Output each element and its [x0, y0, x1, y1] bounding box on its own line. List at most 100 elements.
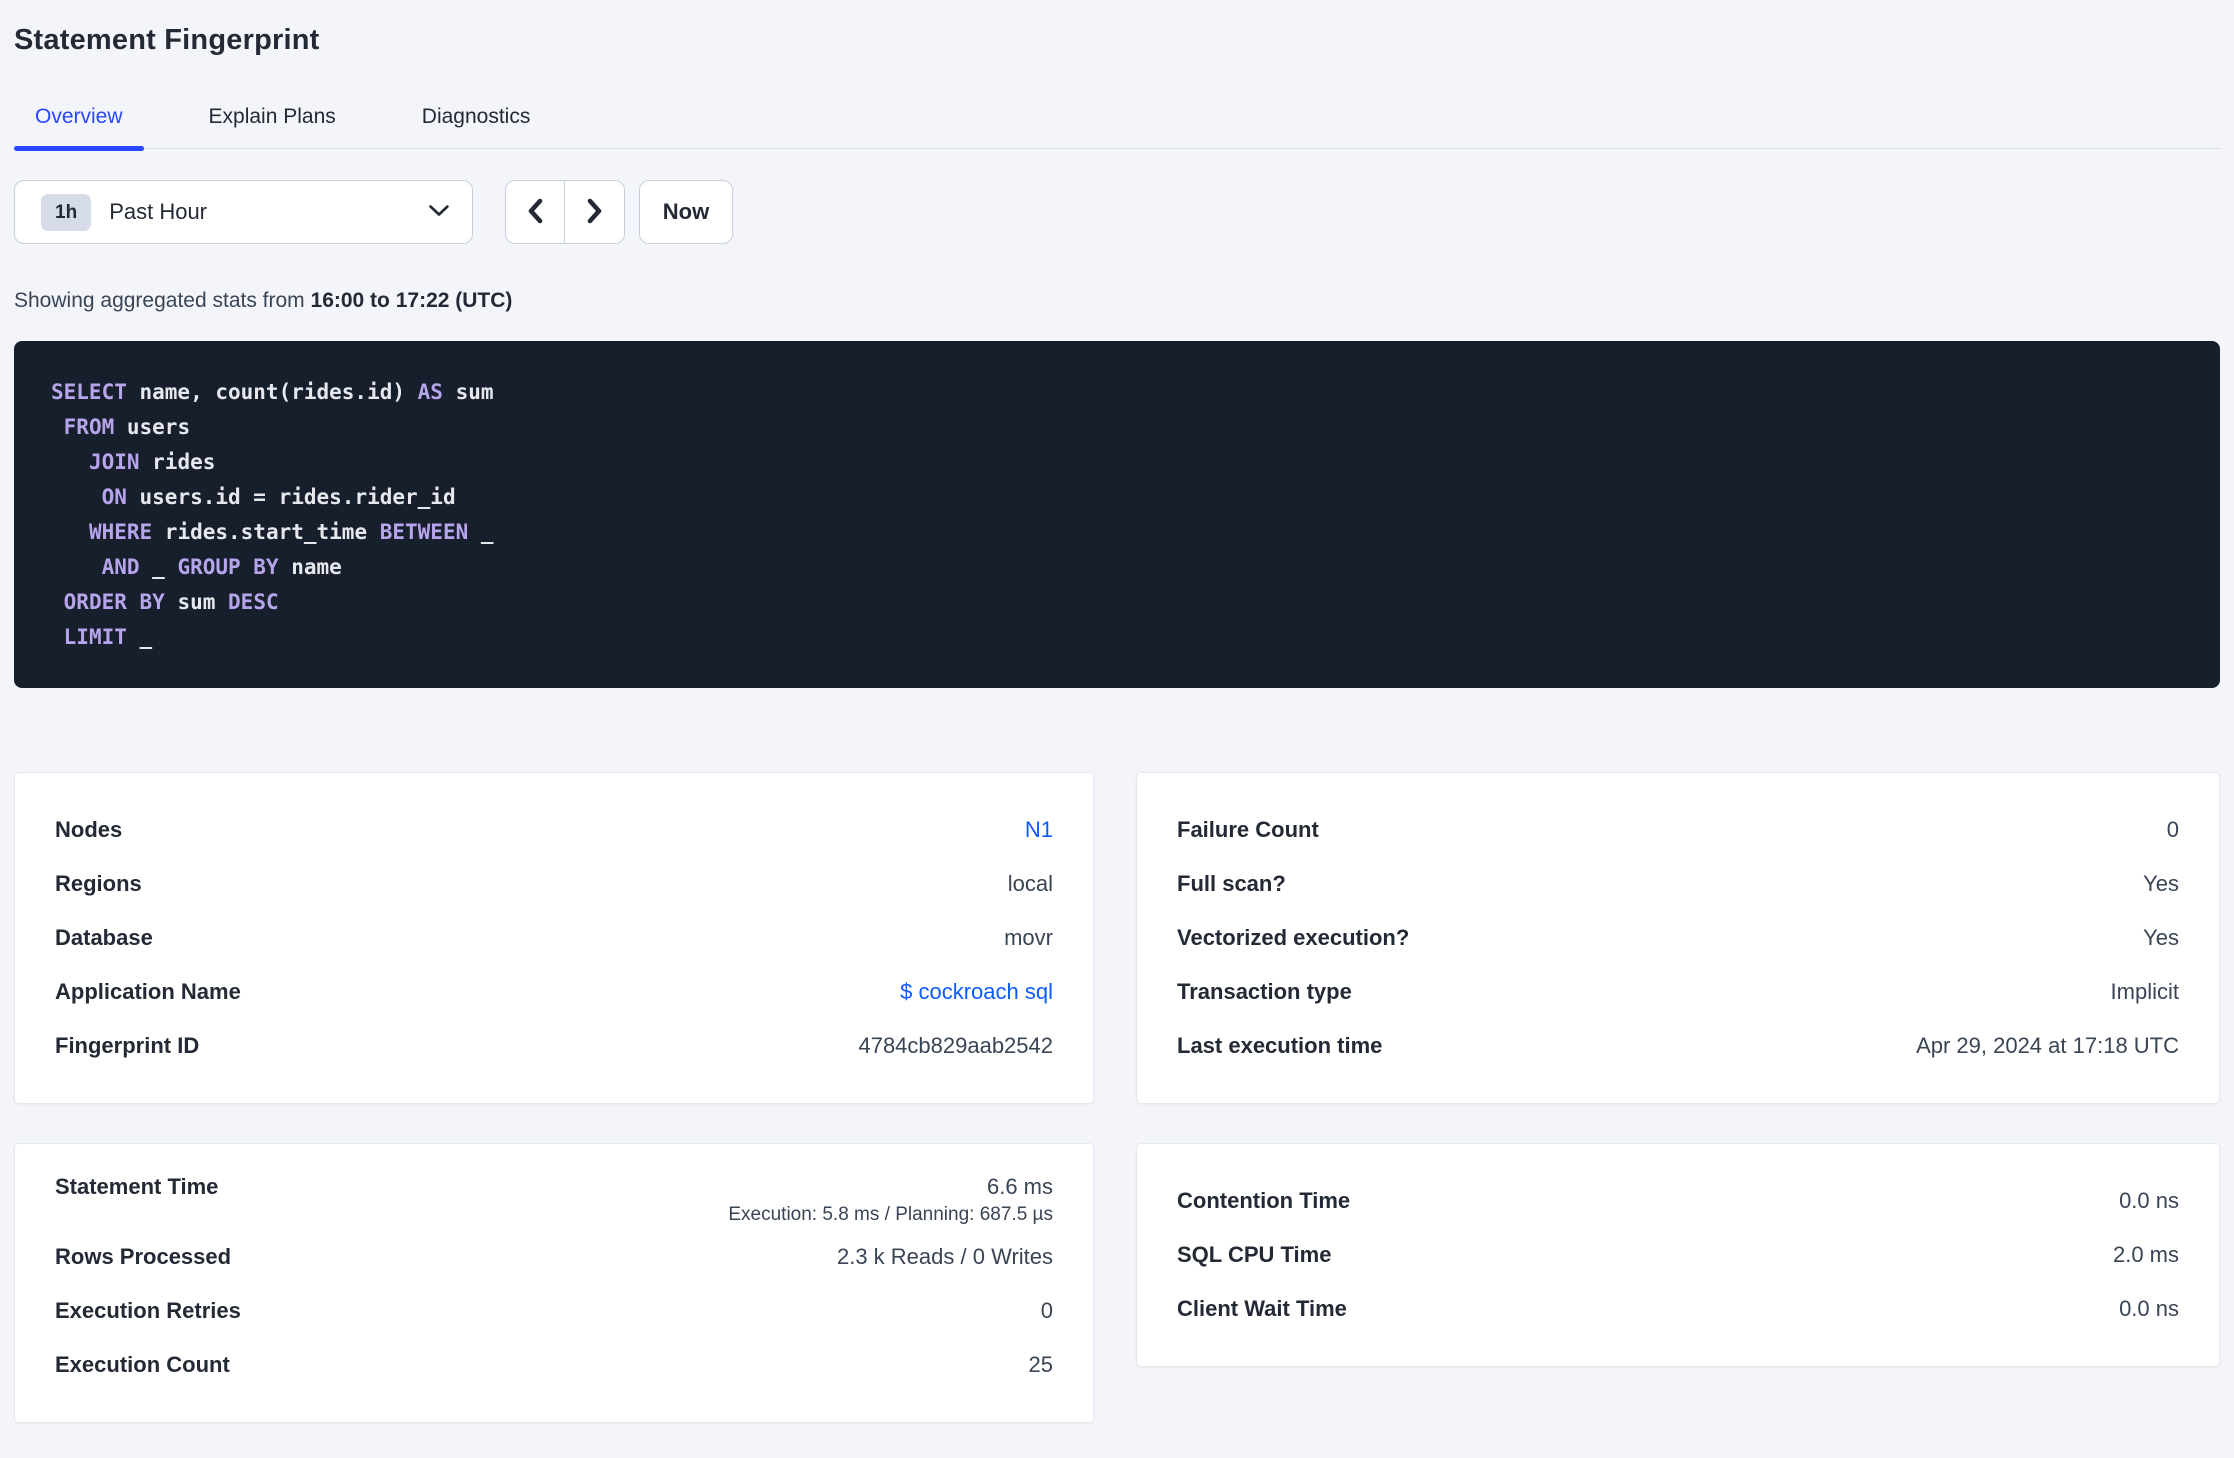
stat-row: Vectorized execution? Yes — [1177, 911, 2179, 965]
stat-value: 2.0 ms — [2112, 1242, 2179, 1267]
stat-label: Application Name — [55, 979, 241, 1004]
stat-label: Contention Time — [1177, 1188, 1351, 1213]
stat-row: Transaction type Implicit — [1177, 965, 2179, 1019]
sql-text: rides — [139, 450, 216, 474]
stat-label: Statement Time — [55, 1174, 219, 1199]
stat-value: 0.0 ns — [2119, 1188, 2179, 1213]
stat-label: Full scan? — [1177, 871, 1286, 896]
stats-line-prefix: Showing aggregated stats from — [14, 289, 311, 312]
stat-label: SQL CPU Time — [1177, 1242, 1332, 1267]
stat-value: Implicit — [2110, 979, 2179, 1004]
stat-label: Database — [55, 925, 153, 950]
sql-text: _ — [139, 555, 178, 579]
stat-label: Fingerprint ID — [55, 1033, 200, 1058]
sql-keyword: LIMIT — [63, 625, 127, 649]
stat-value: 2.3 k Reads / 0 Writes — [836, 1244, 1053, 1269]
stat-row: Regions local — [55, 857, 1053, 911]
stat-value: 6.6 ms — [986, 1174, 1053, 1199]
sql-line: AND _ GROUP BY name — [51, 550, 2190, 585]
tab-bar: Overview Explain Plans Diagnostics — [14, 90, 2220, 151]
sql-keyword: AND — [101, 555, 140, 579]
stat-label: Last execution time — [1177, 1033, 1383, 1058]
stat-label: Transaction type — [1177, 979, 1352, 1004]
sql-keyword: SELECT — [51, 380, 127, 404]
now-button[interactable]: Now — [639, 180, 733, 244]
stat-value: Apr 29, 2024 at 17:18 UTC — [1916, 1033, 2179, 1058]
stat-label: Regions — [55, 871, 142, 896]
stat-value: movr — [1004, 925, 1053, 950]
tab-diagnostics[interactable]: Diagnostics — [401, 90, 552, 148]
prev-time-range-button[interactable] — [506, 181, 565, 243]
time-pager — [505, 180, 625, 244]
sql-text: rides.start_time — [152, 520, 380, 544]
sql-keyword: DESC — [228, 590, 279, 614]
stats-cards-grid: Nodes N1 Regions local Database movr Applicati… — [14, 772, 2220, 1423]
stat-value: 0 — [2166, 817, 2179, 842]
stat-row: Last execution time Apr 29, 2024 at 17:18… — [1177, 1019, 2179, 1073]
sql-keyword: GROUP BY — [177, 555, 279, 579]
time-range-badge: 1h — [41, 193, 92, 231]
sql-text: _ — [468, 520, 494, 544]
page-title: Statement Fingerprint — [14, 24, 320, 56]
time-range-label: Past Hour — [109, 199, 208, 224]
stat-row: Nodes N1 — [55, 803, 1053, 857]
sql-text: sum — [164, 590, 229, 614]
sql-keyword: ON — [101, 485, 127, 509]
stat-row: Client Wait Time 0.0 ns — [1177, 1282, 2179, 1336]
execution-attributes-card: Failure Count 0 Full scan? Yes Vectorized ex… — [1136, 772, 2220, 1104]
stat-value: Yes — [2143, 925, 2179, 950]
stat-label: Execution Retries — [55, 1298, 241, 1323]
stat-row: Contention Time 0.0 ns — [1177, 1174, 2179, 1228]
sql-keyword: WHERE — [88, 520, 153, 544]
aggregated-stats-line: Showing aggregated stats from 16:00 to 1… — [14, 288, 2220, 314]
statement-fingerprint-page: Statement Fingerprint Overview Explain Pl… — [0, 0, 2234, 1423]
sql-statement-box: SELECT name, count(rides.id) AS sum FROM… — [14, 341, 2220, 688]
stat-value: 0.0 ns — [2119, 1296, 2179, 1321]
stat-row: Full scan? Yes — [1177, 857, 2179, 911]
stat-value: Yes — [2143, 871, 2179, 896]
sql-text: name — [278, 555, 342, 579]
stat-value-link[interactable]: $ cockroach sql — [900, 979, 1053, 1005]
tab-explain-plans[interactable]: Explain Plans — [188, 90, 357, 148]
wait-times-card: Contention Time 0.0 ns SQL CPU Time 2.0 ms C… — [1136, 1143, 2220, 1367]
stat-row: SQL CPU Time 2.0 ms — [1177, 1228, 2179, 1282]
stat-value-link[interactable]: N1 — [1025, 817, 1053, 843]
sql-text: users.id = rides.rider_id — [126, 485, 456, 509]
sql-keyword: FROM — [63, 415, 115, 439]
stat-row: Fingerprint ID 4784cb829aab2542 — [55, 1019, 1053, 1073]
next-time-range-button[interactable] — [565, 181, 624, 243]
time-controls: 1h Past Hour Now — [14, 180, 2220, 244]
stat-label: Failure Count — [1177, 817, 1319, 842]
statement-details-card: Nodes N1 Regions local Database movr Applicati… — [14, 772, 1094, 1104]
stat-label: Client Wait Time — [1177, 1296, 1347, 1321]
sql-text: name, count(rides.id) — [126, 380, 418, 404]
sql-line: LIMIT _ — [51, 620, 2190, 655]
stat-row: Failure Count 0 — [1177, 803, 2179, 857]
tab-overview[interactable]: Overview — [14, 90, 144, 151]
stat-row: Statement Time 6.6 ms Execution: 5.8 ms / … — [55, 1174, 1053, 1230]
sql-line: ON users.id = rides.rider_id — [51, 480, 2190, 515]
stat-row: Execution Count 25 — [55, 1338, 1053, 1392]
stat-label: Nodes — [55, 817, 123, 842]
chevron-right-icon — [585, 197, 605, 228]
stat-value: 25 — [1028, 1352, 1053, 1377]
sql-text: users — [114, 415, 191, 439]
sql-line: SELECT name, count(rides.id) AS sum — [51, 375, 2190, 410]
stat-row: Database movr — [55, 911, 1053, 965]
sql-keyword: BETWEEN — [379, 520, 469, 544]
sql-line: JOIN rides — [51, 445, 2190, 480]
chevron-left-icon — [525, 197, 545, 228]
chevron-down-icon — [428, 204, 450, 220]
time-range-select[interactable]: 1h Past Hour — [14, 180, 473, 244]
stats-line-range: 16:00 to 17:22 (UTC) — [310, 289, 513, 312]
stat-value: local — [1007, 871, 1053, 896]
stat-row: Rows Processed 2.3 k Reads / 0 Writes — [55, 1230, 1053, 1284]
stat-value: 0 — [1040, 1298, 1053, 1323]
